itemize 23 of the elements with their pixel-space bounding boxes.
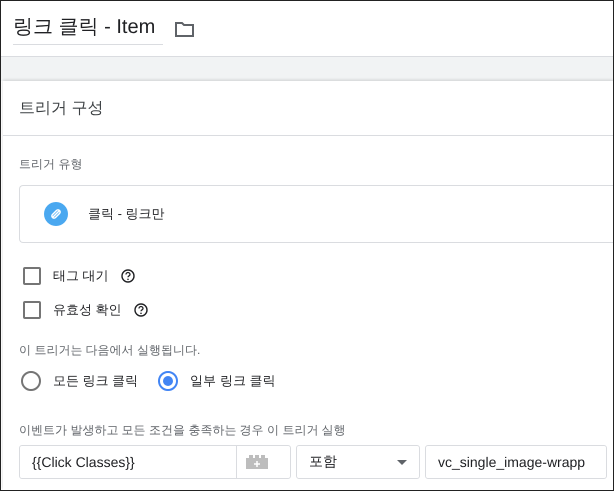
folder-icon[interactable] xyxy=(175,20,195,36)
checkbox-label: 유효성 확인 xyxy=(53,301,122,319)
section-label: 이 트리거는 다음에서 실행됩니다. xyxy=(19,343,200,357)
card-heading: 트리거 구성 xyxy=(19,98,104,118)
checkbox-label: 태그 대기 xyxy=(53,267,109,285)
radio-label: 모든 링크 클릭 xyxy=(53,372,138,390)
operator-dropdown[interactable]: 포함 xyxy=(296,445,420,479)
help-icon[interactable] xyxy=(134,303,148,317)
checkbox[interactable] xyxy=(23,267,41,285)
dropdown-caret-icon xyxy=(397,460,407,464)
radio-label: 일부 링크 클릭 xyxy=(190,372,276,390)
radio-button[interactable] xyxy=(158,371,178,391)
trigger-type-name: 클릭 - 링크만 xyxy=(88,205,165,223)
variable-field[interactable]: {{Click Classes}} xyxy=(19,445,291,479)
value-field[interactable]: vc_single_image-wrapp xyxy=(425,445,607,479)
section-label: 트리거 유형 xyxy=(19,156,84,173)
trigger-type-selector[interactable]: 클릭 - 링크만 xyxy=(19,185,613,243)
title-field[interactable]: 링크 클릭 - Item xyxy=(13,12,163,44)
radio-button[interactable] xyxy=(21,371,41,391)
help-icon[interactable] xyxy=(120,269,135,283)
section-label: 이벤트가 발생하고 모든 조건을 충족하는 경우 이 트리거 실행 xyxy=(19,423,346,437)
link-icon xyxy=(44,202,68,226)
checkbox[interactable] xyxy=(23,301,41,319)
